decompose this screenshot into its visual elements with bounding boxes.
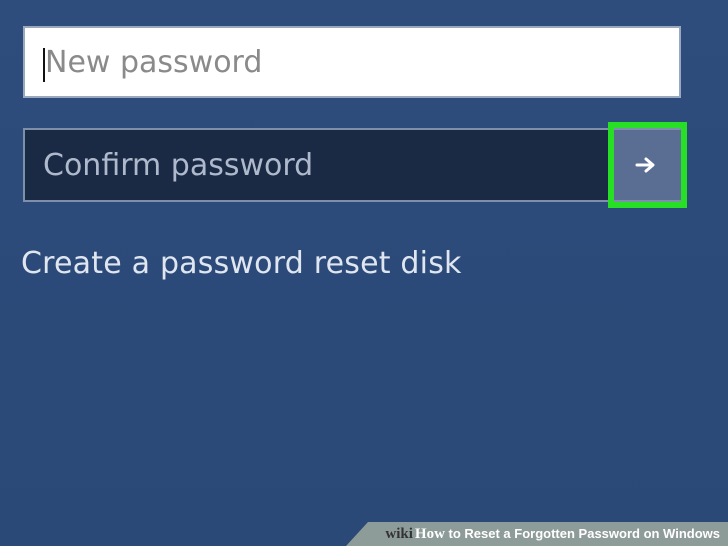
watermark-logo-wiki: wiki [385,526,413,542]
confirm-password-field[interactable] [23,128,683,202]
new-password-field[interactable] [23,26,681,98]
submit-button[interactable] [611,130,681,200]
new-password-input[interactable] [25,28,679,96]
watermark-text: wiki How to Reset a Forgotten Password on… [385,526,720,543]
watermark-caption: to Reset a Forgotten Password on Windows [444,526,720,541]
watermark-logo-how: How [414,526,445,542]
confirm-password-input[interactable] [25,130,611,200]
create-reset-disk-link[interactable]: Create a password reset disk [21,246,462,281]
watermark-bar: wiki How to Reset a Forgotten Password on… [346,522,728,546]
text-caret [43,48,45,82]
arrow-right-icon [635,157,655,173]
login-screen: Create a password reset disk wiki How to … [0,0,728,546]
